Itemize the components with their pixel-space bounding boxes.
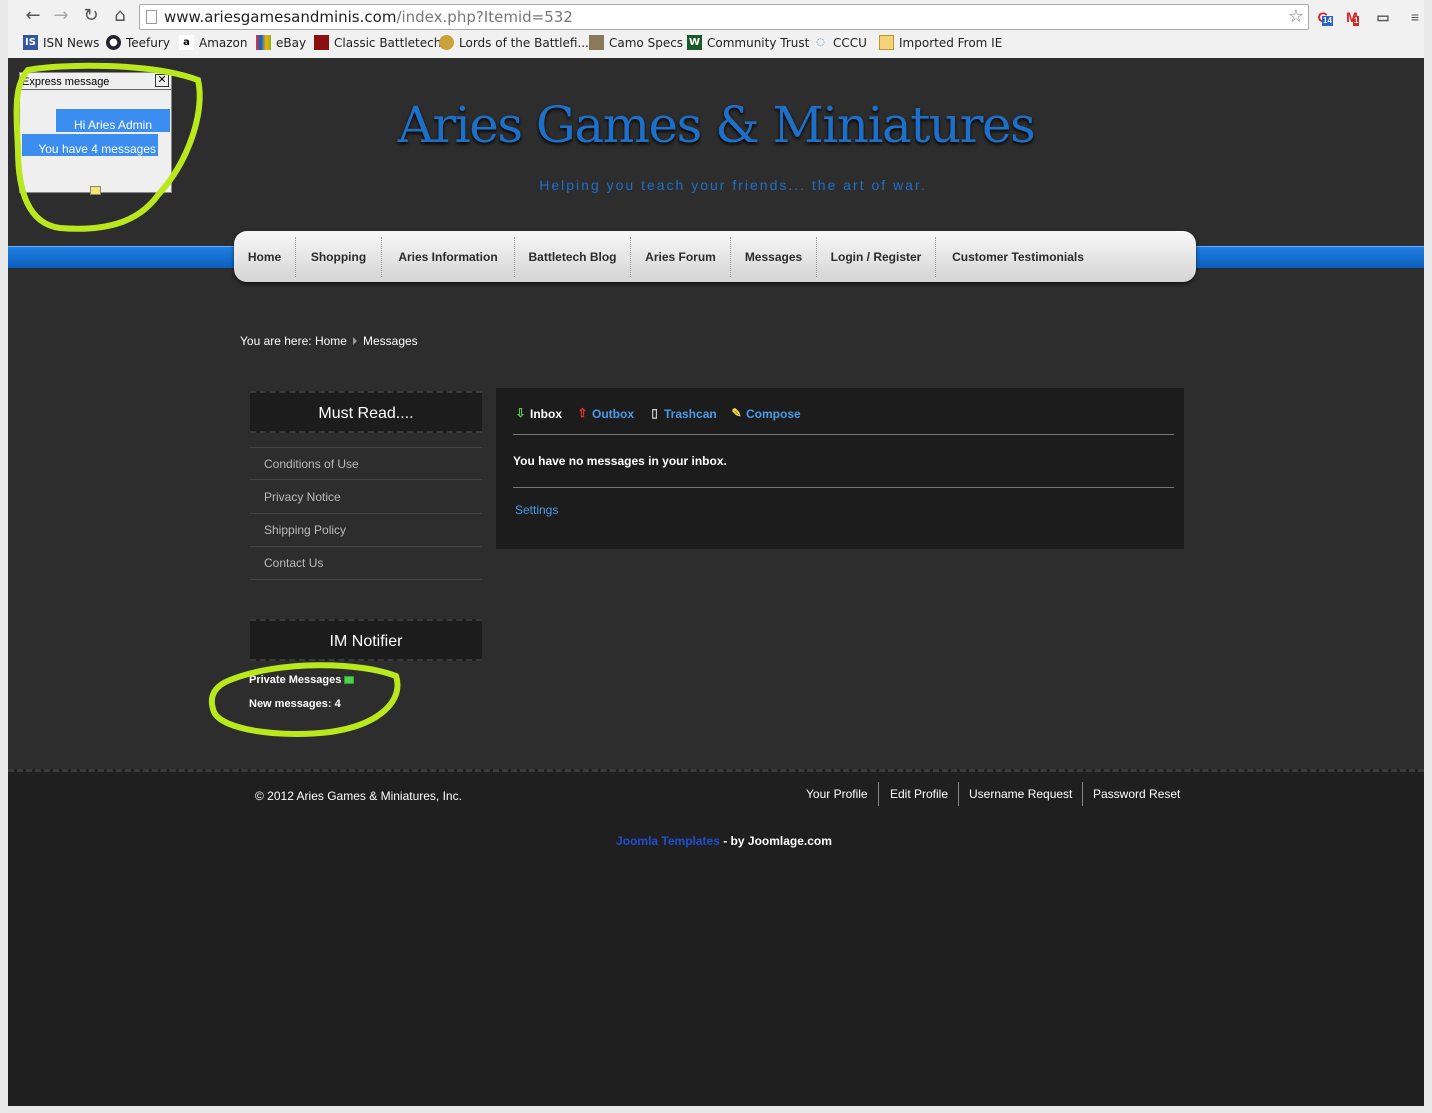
menu-item-login-register[interactable]: Login / Register [817,237,936,277]
battletech-icon [314,35,329,50]
trashcan-icon: ▯ [651,406,658,420]
envelope-icon [90,186,101,195]
cast-icon[interactable]: ▭ [1372,6,1394,28]
bookmark-star-icon[interactable]: ☆ [1288,5,1304,29]
footer-password-reset[interactable]: Password Reset [1083,782,1190,806]
web-page: Aries Games & Miniatures Helping you tea… [8,58,1424,1106]
folder-icon [879,35,894,50]
empty-inbox-text: You have no messages in your inbox. [513,454,727,468]
bookmark-lords[interactable]: Lords of the Battlefi... [439,35,589,50]
gmail-icon[interactable]: M1 [1341,6,1363,28]
mail-icon [344,676,355,685]
back-icon[interactable]: ← [22,5,44,27]
footer: © 2012 Aries Games & Miniatures, Inc. Yo… [8,769,1424,1106]
tab-outbox[interactable]: ⇧ Outbox [575,406,634,421]
url-path: /index.php?Itemid=532 [396,8,573,26]
menu-item-home[interactable]: Home [234,237,296,277]
messages-panel: ⇩ Inbox ⇧ Outbox ▯ Trashcan ✎ Compose You ha… [496,388,1184,549]
must-read-heading: Must Read.... [250,391,482,433]
forward-icon[interactable]: → [50,5,72,27]
bookmark-teefury[interactable]: ● Teefury [106,35,170,50]
close-icon[interactable]: ✕ [155,74,169,87]
footer-username-request[interactable]: Username Request [959,782,1084,806]
bookmark-cccu[interactable]: ◌ CCCU [813,35,867,50]
address-bar[interactable]: www.ariesgamesandminis.com/index.php?Ite… [139,4,1309,30]
extension-1-badge: 14 [1322,16,1333,26]
inbox-icon: ⇩ [515,406,526,420]
menu-item-messages[interactable]: Messages [731,237,817,277]
site-title[interactable]: Aries Games & Miniatures [8,96,1424,154]
copyright: © 2012 Aries Games & Miniatures, Inc. [255,789,462,803]
bookmark-amazon[interactable]: a Amazon [179,35,248,50]
menu-item-aries-forum[interactable]: Aries Forum [631,237,731,277]
footer-your-profile[interactable]: Your Profile [796,782,879,806]
menu-item-aries-information[interactable]: Aries Information [382,237,515,277]
amazon-icon: a [179,35,194,50]
bookmark-ebay[interactable]: eBay [256,35,306,50]
outbox-icon: ⇧ [577,406,588,420]
bookmark-community-trust[interactable]: W Community Trust [687,35,809,50]
popup-divider [20,89,171,90]
breadcrumb-prefix: You are here: [240,334,312,348]
bookmark-isn-news[interactable]: IS ISN News [23,35,99,50]
window-frame-right [1424,58,1432,1113]
bookmark-imported-from-ie[interactable]: Imported From IE [879,35,1002,50]
teefury-icon: ● [106,35,121,50]
link-shipping-policy[interactable]: Shipping Policy [250,514,482,547]
gmail-badge: 1 [1353,16,1360,26]
link-contact-us[interactable]: Contact Us [250,547,482,580]
breadcrumb: You are here: Home Messages [240,334,418,348]
divider [513,434,1174,435]
tab-compose[interactable]: ✎ Compose [729,406,800,421]
settings-link[interactable]: Settings [515,503,558,517]
menu-item-battletech-blog[interactable]: Battletech Blog [515,237,631,277]
url-host: www.ariesgamesandminis.com [164,8,397,26]
browser-toolbar: ← → ↻ ⌂ www.ariesgamesandminis.com/index… [16,3,1432,31]
main-menu: Home Shopping Aries Information Battlete… [234,231,1196,282]
tab-trashcan[interactable]: ▯ Trashcan [647,406,717,421]
im-private-messages[interactable]: Private Messages [249,674,355,686]
reload-icon[interactable]: ↻ [80,5,102,27]
window-frame-left [0,58,8,1113]
site-slogan: Helping you teach your friends... the ar… [539,177,927,193]
menu-icon[interactable]: ≡ [1404,6,1426,28]
breadcrumb-arrow-icon [352,337,357,345]
im-notifier-heading: IM Notifier [250,619,482,661]
footer-edit-profile[interactable]: Edit Profile [880,782,960,806]
camo-icon [589,35,604,50]
extension-1-icon[interactable]: G14 [1312,6,1334,28]
menu-item-shopping[interactable]: Shopping [296,237,382,277]
bookmark-camo-specs[interactable]: Camo Specs [589,35,683,50]
ebay-icon [256,35,271,50]
browser-chrome: ← → ↻ ⌂ www.ariesgamesandminis.com/index… [0,0,1432,58]
tab-inbox[interactable]: ⇩ Inbox [513,406,562,421]
home-icon[interactable]: ⌂ [109,5,131,27]
popup-title: Express message [22,76,110,88]
popup-greeting: Hi Aries Admin [56,109,170,132]
compose-icon: ✎ [731,406,742,420]
link-conditions-of-use[interactable]: Conditions of Use [250,447,482,480]
cccu-icon: ◌ [816,37,825,48]
credits: Joomla Templates - by Joomlage.com [8,834,1424,848]
credits-suffix: - by Joomlage.com [719,834,832,848]
bookmark-classic-battletech[interactable]: Classic Battletech [314,35,441,50]
link-privacy-notice[interactable]: Privacy Notice [250,481,482,514]
joomla-templates-link[interactable]: Joomla Templates [616,834,720,848]
popup-message[interactable]: You have 4 messages [22,134,158,156]
bookmarks-bar: IS ISN News ● Teefury a Amazon eBay Classic… [16,33,1432,55]
page-icon [146,10,157,24]
breadcrumb-current: Messages [362,334,418,348]
divider [513,487,1174,488]
menu-item-customer-testimonials[interactable]: Customer Testimonials [936,237,1100,277]
im-new-messages: New messages: 4 [249,698,341,710]
breadcrumb-home[interactable]: Home [315,334,347,348]
community-trust-icon: W [687,35,702,50]
window-frame-bottom [0,1106,1432,1113]
isn-icon: IS [23,35,38,50]
lords-icon [439,35,454,50]
express-message-popup: Express message ✕ Hi Aries Admin You hav… [19,72,172,195]
